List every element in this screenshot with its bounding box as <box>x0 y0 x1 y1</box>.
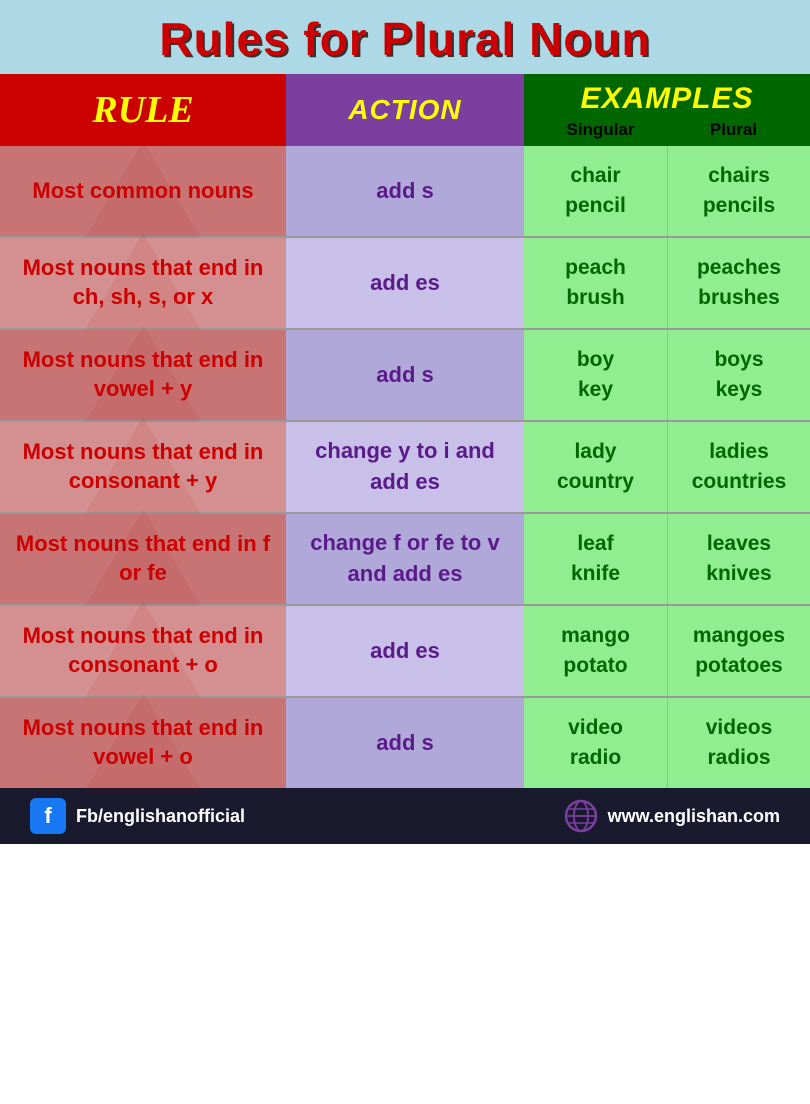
website-url: www.englishan.com <box>608 806 780 827</box>
singular-word: brush <box>566 286 624 310</box>
action-cell: change y to i and add es <box>286 422 524 512</box>
rule-cell: Most nouns that end in ch, sh, s, or x <box>0 238 286 328</box>
rule-cell: Most nouns that end in consonant + y <box>0 422 286 512</box>
singular-word: radio <box>570 746 621 770</box>
plural-word: brushes <box>698 286 780 310</box>
examples-sub-headers: Singular Plural <box>534 120 800 140</box>
action-header-label: ACTION <box>348 94 461 126</box>
examples-column-header: EXAMPLES Singular Plural <box>524 74 810 146</box>
action-text: add es <box>370 636 440 667</box>
table-row: Most nouns that end in vowel + y add s bo… <box>0 328 810 420</box>
action-text: change y to i and add es <box>302 436 508 498</box>
rule-cell: Most nouns that end in vowel + o <box>0 698 286 788</box>
footer-right: www.englishan.com <box>564 799 780 833</box>
singular-word: lady <box>574 440 616 464</box>
examples-header-label: EXAMPLES <box>580 82 753 116</box>
plural-cell: leaves knives <box>667 514 810 604</box>
action-cell: change f or fe to v and add es <box>286 514 524 604</box>
singular-word: video <box>568 716 623 740</box>
singular-cell: peach brush <box>524 238 667 328</box>
rule-cell: Most nouns that end in vowel + y <box>0 330 286 420</box>
plural-cell: videos radios <box>667 698 810 788</box>
plural-word: knives <box>706 562 771 586</box>
action-column-header: ACTION <box>286 74 524 146</box>
singular-word: country <box>557 470 634 494</box>
singular-word: pencil <box>565 194 626 218</box>
plural-word: boys <box>714 348 763 372</box>
action-text: change f or fe to v and add es <box>302 528 508 590</box>
singular-word: potato <box>563 654 627 678</box>
globe-icon <box>564 799 598 833</box>
plural-cell: chairs pencils <box>667 146 810 236</box>
plural-word: pencils <box>703 194 775 218</box>
page-wrapper: Rules for Plural Noun RULE ACTION EXAMPL… <box>0 0 810 844</box>
rule-text: Most nouns that end in consonant + y <box>12 438 274 495</box>
plural-cell: peaches brushes <box>667 238 810 328</box>
rules-table: RULE ACTION EXAMPLES Singular Plural Mos… <box>0 74 810 788</box>
rule-cell: Most common nouns <box>0 146 286 236</box>
action-text: add s <box>376 176 433 207</box>
rule-header-label: RULE <box>92 88 193 132</box>
singular-cell: leaf knife <box>524 514 667 604</box>
rule-text: Most nouns that end in consonant + o <box>12 622 274 679</box>
rule-text: Most nouns that end in f or fe <box>12 530 274 587</box>
action-cell: add es <box>286 238 524 328</box>
rule-text: Most nouns that end in vowel + y <box>12 346 274 403</box>
plural-word: chairs <box>708 164 770 188</box>
table-body: Most common nouns add s chair pencil chairs… <box>0 146 810 788</box>
rule-text: Most nouns that end in ch, sh, s, or x <box>12 254 274 311</box>
singular-cell: lady country <box>524 422 667 512</box>
table-row: Most nouns that end in ch, sh, s, or x a… <box>0 236 810 328</box>
plural-word: keys <box>716 378 763 402</box>
singular-word: leaf <box>577 532 613 556</box>
plural-cell: ladies countries <box>667 422 810 512</box>
page-title: Rules for Plural Noun <box>0 12 810 66</box>
facebook-handle: Fb/englishanofficial <box>76 806 245 827</box>
action-cell: add s <box>286 698 524 788</box>
action-cell: add s <box>286 330 524 420</box>
table-row: Most common nouns add s chair pencil chairs… <box>0 146 810 236</box>
singular-word: boy <box>577 348 614 372</box>
singular-sub-label: Singular <box>534 120 667 140</box>
rule-text: Most nouns that end in vowel + o <box>12 714 274 771</box>
table-row: Most nouns that end in f or fe change f … <box>0 512 810 604</box>
singular-word: key <box>578 378 613 402</box>
table-row: Most nouns that end in vowel + o add s vi… <box>0 696 810 788</box>
table-row: Most nouns that end in consonant + o add… <box>0 604 810 696</box>
facebook-icon: f <box>30 798 66 834</box>
action-text: add es <box>370 268 440 299</box>
plural-word: countries <box>692 470 787 494</box>
page-footer: f Fb/englishanofficial www.englishan.com <box>0 788 810 844</box>
page-header: Rules for Plural Noun <box>0 0 810 74</box>
rule-text: Most common nouns <box>32 177 253 206</box>
singular-cell: chair pencil <box>524 146 667 236</box>
singular-cell: mango potato <box>524 606 667 696</box>
plural-word: potatoes <box>695 654 783 678</box>
singular-word: knife <box>571 562 620 586</box>
rule-cell: Most nouns that end in consonant + o <box>0 606 286 696</box>
action-cell: add s <box>286 146 524 236</box>
action-text: add s <box>376 360 433 391</box>
table-row: Most nouns that end in consonant + y cha… <box>0 420 810 512</box>
singular-cell: boy key <box>524 330 667 420</box>
plural-sub-label: Plural <box>667 120 800 140</box>
plural-word: videos <box>706 716 773 740</box>
action-text: add s <box>376 728 433 759</box>
singular-word: mango <box>561 624 630 648</box>
rule-cell: Most nouns that end in f or fe <box>0 514 286 604</box>
rule-column-header: RULE <box>0 74 286 146</box>
table-column-headers: RULE ACTION EXAMPLES Singular Plural <box>0 74 810 146</box>
plural-word: ladies <box>709 440 769 464</box>
plural-cell: boys keys <box>667 330 810 420</box>
footer-left: f Fb/englishanofficial <box>30 798 245 834</box>
singular-word: peach <box>565 256 626 280</box>
action-cell: add es <box>286 606 524 696</box>
plural-cell: mangoes potatoes <box>667 606 810 696</box>
plural-word: mangoes <box>693 624 785 648</box>
plural-word: peaches <box>697 256 781 280</box>
plural-word: leaves <box>707 532 771 556</box>
singular-word: chair <box>570 164 620 188</box>
plural-word: radios <box>707 746 770 770</box>
singular-cell: video radio <box>524 698 667 788</box>
